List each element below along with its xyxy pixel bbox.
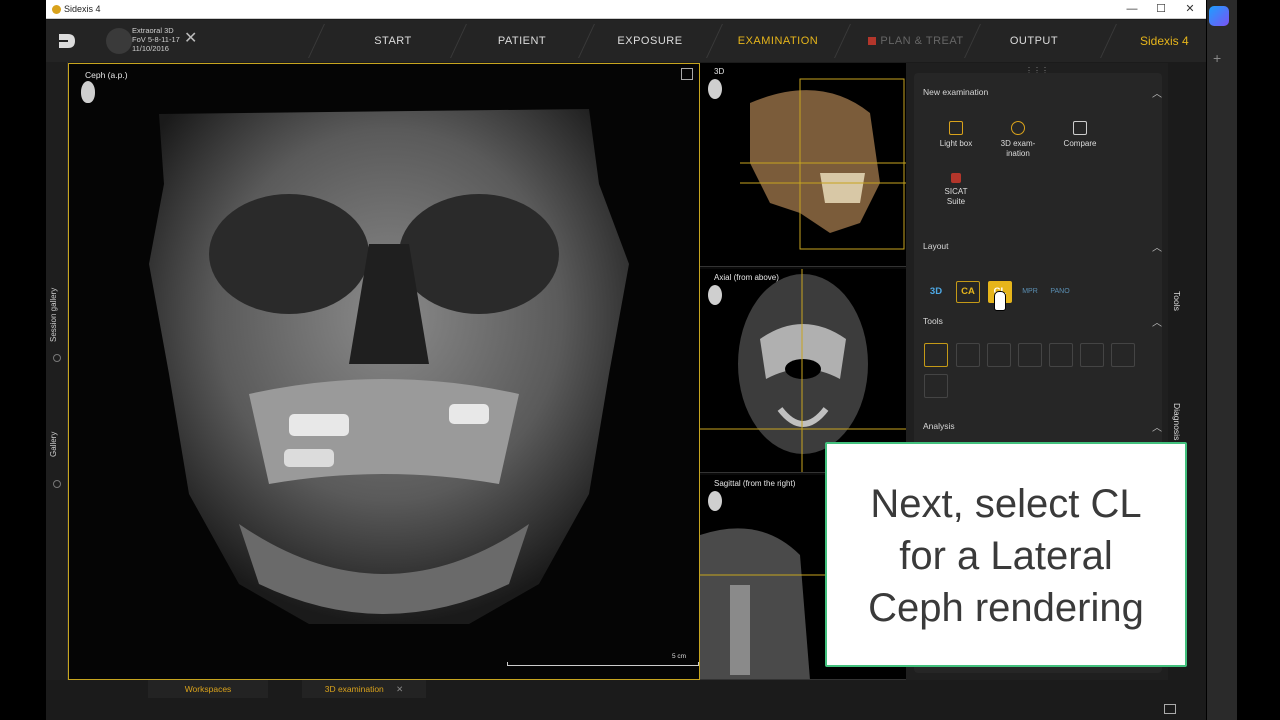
compare-button[interactable]: Compare — [1050, 121, 1110, 149]
print-tool-icon[interactable] — [1111, 343, 1135, 367]
compare-icon — [1073, 121, 1087, 135]
3d-examination-label2: ination — [1006, 149, 1030, 158]
ceph-ap-xray-image[interactable] — [69, 64, 700, 680]
light-box-label: Light box — [939, 139, 973, 148]
add-icon[interactable]: + — [1213, 50, 1221, 66]
3d-examination-tab-label: 3D examination — [324, 684, 384, 694]
viewport-3d[interactable]: 3D — [700, 63, 906, 267]
plan-treat-icon — [868, 37, 877, 46]
analysis-header[interactable]: Analysis — [923, 421, 955, 431]
viewport-label: Ceph (a.p.) — [85, 70, 128, 80]
workspaces-label: Workspaces — [184, 684, 232, 694]
sicat-suite-button[interactable]: SICAT Suite — [926, 173, 986, 207]
head-orientation-icon[interactable] — [708, 285, 722, 305]
screen: + Sidexis 4 — ☐ ✕ Extraoral 3D FoV 5-8-1… — [0, 0, 1280, 720]
patient-date: 11/10/2016 — [132, 44, 169, 53]
diagnosis-tab[interactable]: Diagnosis — [1172, 403, 1182, 440]
tab-exposure[interactable]: EXPOSURE — [586, 20, 714, 62]
pin-icon[interactable] — [53, 354, 61, 362]
patient-fov: FoV 5-8-11-17 — [132, 35, 180, 44]
gallery-tab[interactable]: Gallery — [49, 432, 58, 457]
tab-output[interactable]: OUTPUT — [972, 20, 1096, 62]
left-rail: Session gallery Gallery — [46, 62, 68, 682]
annotate-tool-icon[interactable] — [1080, 343, 1104, 367]
app-header: Extraoral 3D FoV 5-8-11-17 11/10/2016 ✕ … — [46, 20, 1206, 62]
light-box-icon — [949, 121, 963, 135]
tab-patient[interactable]: PATIENT — [458, 20, 586, 62]
export-tool-icon[interactable] — [924, 374, 948, 398]
session-gallery-tab[interactable]: Session gallery — [49, 288, 58, 342]
nav-separator — [1100, 24, 1117, 58]
chevron-up-icon[interactable]: ︿ — [1152, 85, 1162, 100]
volume-render-image[interactable] — [700, 63, 906, 267]
layout-3d-button[interactable]: 3D — [924, 281, 948, 303]
minimize-button[interactable]: — — [1118, 1, 1146, 18]
3d-examination-button[interactable]: 3D exam- ination — [988, 121, 1048, 159]
compare-label: Compare — [1063, 139, 1097, 148]
close-patient-icon[interactable]: ✕ — [184, 31, 197, 47]
3d-examination-tab[interactable]: 3D examination ✕ — [302, 680, 426, 698]
close-window-button[interactable]: ✕ — [1176, 1, 1204, 18]
hand-cursor-icon — [994, 291, 1006, 311]
nav-separator — [308, 24, 325, 58]
tools-header[interactable]: Tools — [923, 316, 943, 326]
maximize-button[interactable]: ☐ — [1147, 1, 1175, 18]
head-orientation-icon[interactable] — [708, 79, 722, 99]
sicat-icon — [951, 173, 961, 183]
layout-ca-button[interactable]: CA — [956, 281, 980, 303]
chevron-up-icon[interactable]: ︿ — [1152, 419, 1162, 434]
sidexis-logo-icon[interactable] — [56, 30, 78, 52]
chevron-up-icon[interactable]: ︿ — [1152, 314, 1162, 329]
tab-plan-treat[interactable]: PLAN & TREAT — [856, 20, 976, 62]
copilot-icon[interactable] — [1209, 6, 1229, 26]
callout-line-3: Ceph rendering — [868, 586, 1144, 630]
ruler-tool-icon[interactable] — [987, 343, 1011, 367]
measure-tool-icon[interactable] — [956, 343, 980, 367]
sicat-label2: Suite — [946, 197, 966, 206]
title-bar: Sidexis 4 — ☐ ✕ — [46, 0, 1206, 19]
app-icon — [52, 5, 61, 14]
viewport-sagittal-label: Sagittal (from the right) — [714, 479, 796, 488]
ceph-ap-viewport[interactable]: Ceph (a.p.) 5 cm — [68, 63, 700, 680]
callout-line-1: Next, select CL — [870, 482, 1142, 526]
window-title: Sidexis 4 — [64, 4, 101, 14]
tab-examination[interactable]: EXAMINATION — [714, 20, 842, 62]
light-box-button[interactable]: Light box — [926, 121, 986, 149]
patient-avatar[interactable] — [106, 28, 132, 54]
expand-icon[interactable] — [681, 68, 693, 80]
new-examination-header[interactable]: New examination — [923, 87, 988, 97]
crosshair-tool-icon[interactable] — [924, 343, 948, 367]
viewport-3d-label: 3D — [714, 67, 725, 76]
tooth-tool-icon[interactable] — [1018, 343, 1042, 367]
scale-label: 5 cm — [672, 653, 687, 660]
sicat-label1: SICAT — [944, 187, 968, 196]
chevron-up-icon[interactable]: ︿ — [1152, 239, 1162, 254]
brand-label: Sidexis 4 — [1140, 34, 1189, 48]
patient-exam-type: Extraoral 3D — [132, 26, 174, 35]
airway-tool-icon[interactable] — [1049, 343, 1073, 367]
workspaces-tab[interactable]: Workspaces — [148, 680, 268, 698]
callout-line-2: for a Lateral — [899, 534, 1113, 578]
browser-side-strip — [1207, 0, 1237, 720]
close-tab-icon[interactable]: ✕ — [396, 684, 403, 694]
layout-mpr-button[interactable]: MPR — [1018, 281, 1042, 303]
3d-examination-label1: 3D exam- — [1000, 139, 1036, 148]
tab-start[interactable]: START — [328, 20, 458, 62]
layout-pano-button[interactable]: PANO — [1048, 281, 1072, 303]
3d-examination-icon — [1011, 121, 1025, 135]
scale-bar — [507, 662, 699, 666]
head-orientation-icon[interactable] — [81, 81, 95, 103]
layout-header[interactable]: Layout — [923, 241, 949, 251]
bottom-bar: Workspaces 3D examination ✕ — [46, 680, 1206, 720]
instruction-callout: Next, select CL for a Lateral Ceph rende… — [825, 442, 1187, 667]
patient-info: Extraoral 3D FoV 5-8-11-17 11/10/2016 — [132, 26, 180, 53]
viewport-axial-label: Axial (from above) — [714, 273, 779, 282]
tab-plan-treat-label: PLAN & TREAT — [880, 35, 964, 47]
fullscreen-icon[interactable] — [1164, 704, 1176, 714]
pin-icon[interactable] — [53, 480, 61, 488]
head-orientation-icon[interactable] — [708, 491, 722, 511]
tools-tab[interactable]: Tools — [1172, 291, 1182, 311]
